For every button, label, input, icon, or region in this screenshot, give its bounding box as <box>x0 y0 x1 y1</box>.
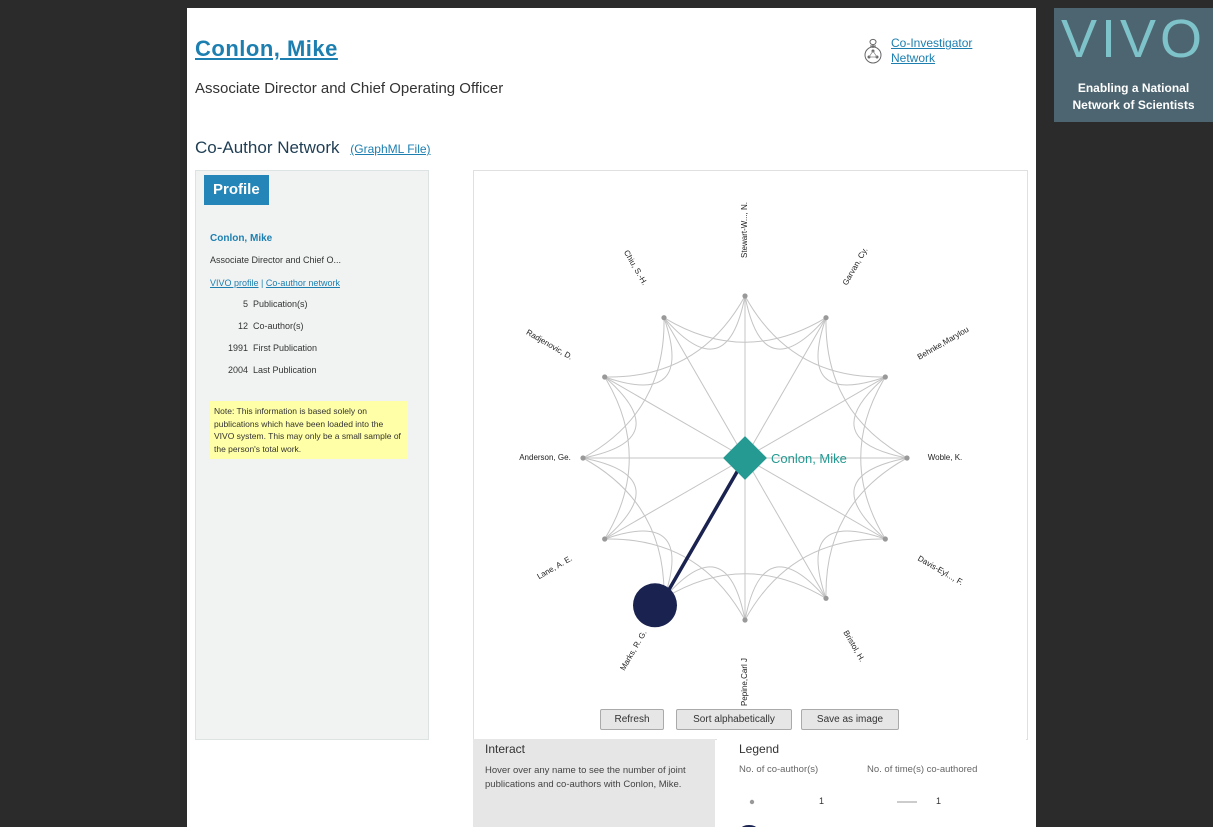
center-edge <box>744 457 827 599</box>
coauthor-network-visualization[interactable]: Stewart-W..., N. Garvan, Cy. Behnke,Marylo… <box>473 170 1028 740</box>
coauthor-label[interactable]: Lane, A. E. <box>535 554 573 581</box>
highlight-edge <box>662 457 747 600</box>
legend-node-dot-icon <box>749 799 755 805</box>
coauthor-label[interactable]: Chiu, S.-H. <box>622 248 649 286</box>
person-title: Associate Director and Chief Operating O… <box>195 80 504 97</box>
center-node <box>723 436 767 480</box>
profile-panel: Profile Conlon, Mike Associate Director … <box>195 170 429 740</box>
stat-row: 2004 Last Publication <box>210 365 317 387</box>
coauthor-node <box>823 315 829 321</box>
coauthor-edge <box>853 376 908 459</box>
coauthor-node <box>904 455 910 461</box>
coauthor-label[interactable]: Woble, K. <box>928 453 963 462</box>
coauthor-edge <box>663 295 746 350</box>
coauthor-label[interactable]: Stewart-W..., N. <box>740 202 749 258</box>
person-name-link[interactable]: Conlon, Mike <box>195 36 338 62</box>
coauthor-edge <box>853 457 908 540</box>
vivo-logo: VIVO Enabling a National Network of Scie… <box>1054 8 1213 122</box>
coauthor-node <box>580 455 586 461</box>
coauthor-label[interactable]: Radjenovic, D. <box>525 328 575 362</box>
coauthor-node <box>602 374 608 380</box>
network-graph[interactable]: Stewart-W..., N. Garvan, Cy. Behnke,Marylo… <box>474 171 1027 706</box>
legend-panel: Legend No. of co-author(s) No. of time(s… <box>717 739 1026 827</box>
profile-links: VIVO profile | Co-author network <box>210 278 340 288</box>
center-edge <box>744 317 827 459</box>
profile-page: Conlon, Mike Associate Director and Chie… <box>187 8 1036 827</box>
graphml-file-link[interactable]: (GraphML File) <box>350 142 430 156</box>
coauthor-node <box>882 536 888 542</box>
center-edge <box>604 457 746 540</box>
coauthor-network-link[interactable]: Co-author network <box>266 278 340 288</box>
interact-panel: Interact Hover over any name to see the … <box>473 739 715 827</box>
stat-value: 2004 <box>227 365 248 375</box>
stat-value: 12 <box>237 321 248 331</box>
legend-coauthored-times-header: No. of time(s) co-authored <box>867 764 978 775</box>
profile-name: Conlon, Mike <box>210 233 273 244</box>
coauthor-node <box>742 293 748 299</box>
legend-title: Legend <box>739 742 780 756</box>
vivo-profile-link[interactable]: VIVO profile <box>210 278 259 288</box>
logo-tagline-line1: Enabling a National <box>1077 81 1190 95</box>
coauthor-label[interactable]: Anderson, Ge. <box>519 453 571 462</box>
center-edge <box>604 376 746 459</box>
stat-row: 12 Co-author(s) <box>210 321 317 343</box>
co-investigator-network[interactable]: Co-Investigator Network <box>863 36 972 66</box>
coauthor-label[interactable]: Davis-Eyl..., F. <box>916 554 965 587</box>
legend-edge-value: 1 <box>936 796 942 806</box>
refresh-button[interactable]: Refresh <box>600 709 664 730</box>
stat-label: First Publication <box>253 343 318 353</box>
coauthor-label[interactable]: Bristol, H. <box>841 629 866 664</box>
coauthor-node-selected <box>633 583 677 628</box>
stat-value: 1991 <box>227 343 248 353</box>
stat-label: Publication(s) <box>253 299 308 309</box>
coauthor-edge <box>744 295 827 350</box>
center-node-label: Conlon, Mike <box>771 451 847 466</box>
coauthor-edge <box>744 566 827 621</box>
profile-tab[interactable]: Profile <box>204 175 269 205</box>
legend-node-value: 1 <box>819 796 825 806</box>
profile-stats: 5 Publication(s) 12 Co-author(s) 1991 First… <box>210 299 317 387</box>
co-investigator-network-link[interactable]: Co-Investigator Network <box>891 36 972 66</box>
legend-coauthor-count-header: No. of co-author(s) <box>739 764 819 775</box>
logo-tagline: Enabling a National Network of Scientist… <box>1054 80 1213 114</box>
interact-text: Hover over any name to see the number of… <box>485 765 686 790</box>
network-heading: Co-Author Network (GraphML File) <box>195 138 431 158</box>
coauthor-label[interactable]: Marks, R. G. <box>618 629 648 672</box>
stat-value: 5 <box>242 299 248 309</box>
network-title: Co-Author Network <box>195 138 340 157</box>
center-edge <box>744 457 886 540</box>
interact-title: Interact <box>485 742 526 756</box>
legend-edge-line-icon <box>897 801 917 803</box>
coauthor-label[interactable]: Garvan, Cy. <box>841 246 870 287</box>
co-investigator-line1: Co-Investigator <box>891 36 973 50</box>
stat-label: Last Publication <box>253 365 317 375</box>
coauthor-node <box>742 617 748 623</box>
stat-label: Co-author(s) <box>253 321 304 331</box>
coauthor-edge <box>582 376 637 459</box>
coauthor-label[interactable]: Behnke,Marylou <box>916 325 971 362</box>
coauthor-node <box>661 315 667 321</box>
stat-row: 1991 First Publication <box>210 343 317 365</box>
center-edge <box>663 317 746 459</box>
stat-row: 5 Publication(s) <box>210 299 317 321</box>
link-separator: | <box>261 278 264 288</box>
save-as-image-button[interactable]: Save as image <box>801 709 899 730</box>
coauthor-node <box>882 374 888 380</box>
logo-tagline-line2: Network of Scientists <box>1072 98 1195 112</box>
coauthor-edge <box>582 457 637 540</box>
network-icon <box>864 38 882 64</box>
legend-node-scale-icon <box>742 825 756 827</box>
logo-wordmark: VIVO <box>1060 9 1207 69</box>
coauthor-node <box>602 536 608 542</box>
sort-alphabetically-button[interactable]: Sort alphabetically <box>676 709 792 730</box>
coauthor-node <box>823 595 829 601</box>
coauthor-label[interactable]: Pepine,Carl J <box>740 658 749 706</box>
profile-subtitle: Associate Director and Chief O... <box>210 255 342 265</box>
data-note: Note: This information is based solely o… <box>210 401 408 459</box>
center-edge <box>744 376 886 459</box>
co-investigator-line2: Network <box>891 51 936 65</box>
